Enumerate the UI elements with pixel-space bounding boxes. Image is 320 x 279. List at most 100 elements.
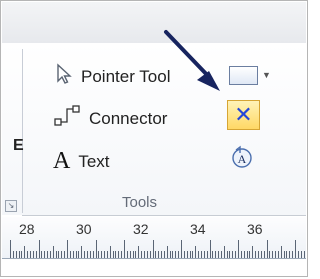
connector-tool-button[interactable]: Connector — [53, 104, 167, 133]
ruler-number-30: 30 — [76, 221, 92, 237]
ruler-tick — [297, 251, 299, 258]
ruler-number-28: 28 — [19, 221, 35, 237]
text-tool-button[interactable]: A Text — [53, 148, 110, 175]
dialog-launcher-button[interactable]: ↘ — [5, 200, 17, 212]
ruler-tick — [109, 246, 111, 258]
rotate-text-button[interactable]: A — [230, 145, 254, 169]
ruler-tick — [289, 251, 291, 258]
ruler-tick — [47, 251, 49, 258]
ruler-tick — [149, 251, 151, 258]
ruler-tick — [81, 246, 83, 258]
ruler-tick — [183, 251, 185, 258]
ruler-tick — [106, 251, 108, 258]
text-tool-label: Text — [78, 151, 110, 171]
ruler-tick — [69, 251, 71, 258]
pointer-tool-label: Pointer Tool — [81, 66, 171, 86]
partial-text-icon: E — [13, 137, 24, 154]
rectangle-icon — [229, 65, 258, 85]
ruler-tick — [209, 240, 211, 258]
ruler-tick — [84, 251, 86, 258]
ruler-tick — [44, 251, 46, 258]
ruler-tick — [178, 251, 180, 258]
ruler-tick — [246, 251, 248, 258]
ruler-tick — [18, 251, 20, 258]
ruler-tick — [163, 251, 165, 258]
ruler-tick — [257, 251, 259, 258]
ruler-tick — [78, 251, 80, 258]
ruler-tick — [15, 251, 17, 258]
ruler-tick — [61, 251, 63, 258]
connector-icon — [53, 104, 81, 133]
ruler-tick — [175, 251, 177, 258]
ruler-tick — [283, 251, 285, 258]
ruler-tick — [138, 246, 140, 258]
ruler-tick — [169, 251, 171, 258]
ruler-tick — [277, 251, 279, 258]
ruler-tick — [146, 251, 148, 258]
ruler-tick — [143, 251, 145, 258]
ruler-tick — [67, 240, 68, 258]
text-a-icon: A — [53, 148, 71, 174]
ruler-tick — [240, 251, 242, 258]
ruler-tick — [249, 251, 251, 258]
ruler-tick — [92, 251, 94, 258]
ruler-tick — [263, 251, 265, 258]
tools-group-label: Tools — [122, 194, 158, 211]
ruler-tick — [295, 240, 296, 258]
previous-ribbon-group-edge — [2, 49, 23, 213]
ruler-tick — [192, 251, 194, 258]
ruler-tick — [38, 240, 40, 258]
ruler-tick — [275, 251, 277, 258]
ruler-tick — [198, 251, 200, 258]
ruler-tick — [260, 251, 262, 258]
ruler-tick — [229, 251, 231, 258]
ruler-tick — [129, 251, 131, 258]
ruler-tick — [27, 251, 29, 258]
ruler-tick — [252, 246, 254, 258]
ruler-tick — [121, 251, 123, 258]
ruler-tick — [21, 251, 23, 258]
connector-label: Connector — [89, 108, 168, 128]
chevron-down-icon[interactable]: ▼ — [262, 70, 271, 80]
ruler-tick — [155, 251, 157, 258]
ruler-tick — [95, 240, 97, 258]
ruler-tick — [303, 251, 305, 258]
ruler-tick — [286, 251, 288, 258]
ruler-tick — [220, 251, 222, 258]
ruler-tick — [223, 246, 225, 258]
ruler-number-36: 36 — [247, 221, 263, 237]
close-icon: ✕ — [234, 102, 253, 127]
visio-ribbon-window: E ↘ Pointer Tool Connector A Text ▼ ✕ A … — [0, 0, 308, 277]
ruler-number-34: 34 — [190, 221, 206, 237]
ruler-number-32: 32 — [133, 221, 149, 237]
ruler-tick — [243, 251, 245, 258]
rectangle-shape-button[interactable]: ▼ — [229, 61, 277, 89]
ruler-tick — [226, 251, 228, 258]
horizontal-ruler: 28 30 32 34 36 — [2, 217, 306, 259]
ruler-tick — [55, 251, 57, 258]
ruler-tick — [218, 251, 220, 258]
ruler-tick — [49, 251, 51, 258]
ruler-tick — [12, 251, 14, 258]
ruler-tick — [32, 251, 34, 258]
ruler-tick — [161, 251, 163, 258]
ruler-tick — [212, 251, 214, 258]
ruler-ticks — [2, 238, 306, 258]
ruler-tick — [235, 251, 237, 258]
close-shape-button[interactable]: ✕ — [227, 100, 260, 130]
ruler-tick — [64, 251, 66, 258]
ribbon-tab-strip — [2, 2, 306, 43]
ruler-tick — [158, 251, 160, 258]
ruler-tick — [29, 251, 31, 258]
ruler-tick — [255, 251, 257, 258]
ribbon-divider — [22, 215, 306, 216]
pointer-tool-button[interactable]: Pointer Tool — [53, 63, 170, 90]
ruler-tick — [52, 246, 54, 258]
ruler-tick — [203, 251, 205, 258]
ruler-tick — [206, 251, 208, 258]
ruler-tick — [186, 251, 188, 258]
ruler-tick — [141, 251, 143, 258]
ruler-tick — [238, 240, 239, 258]
ruler-tick — [115, 251, 117, 258]
ruler-tick — [112, 251, 114, 258]
